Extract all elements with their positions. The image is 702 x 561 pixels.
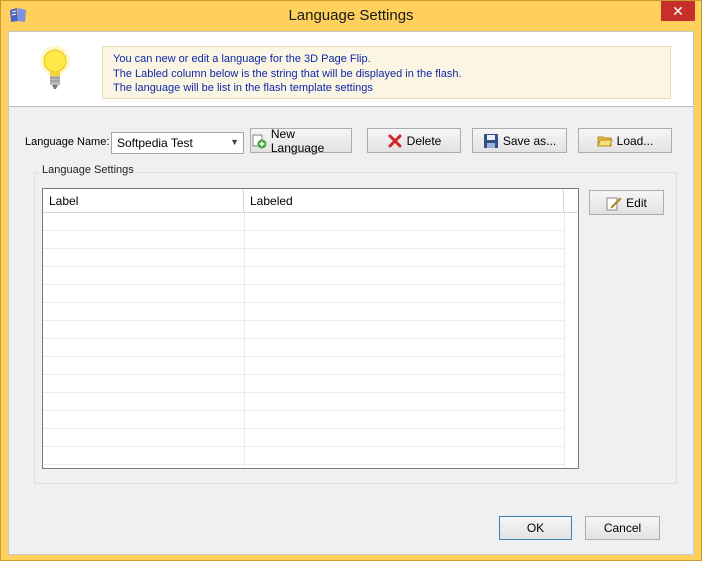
- info-header: You can new or edit a language for the 3…: [9, 32, 693, 107]
- info-message-box: You can new or edit a language for the 3…: [102, 46, 671, 99]
- table-row[interactable]: [43, 375, 564, 393]
- table-row[interactable]: [43, 321, 564, 339]
- language-name-label: Language Name:: [25, 136, 110, 148]
- new-language-button[interactable]: New Language: [250, 126, 352, 155]
- edit-label: Edit: [626, 195, 647, 210]
- table-row[interactable]: [43, 447, 564, 465]
- lightbulb-icon: [40, 46, 70, 89]
- group-title: Language Settings: [39, 164, 137, 176]
- delete-icon: [388, 134, 402, 147]
- close-icon: ✕: [672, 3, 684, 19]
- cancel-button[interactable]: Cancel: [585, 516, 660, 540]
- table-row[interactable]: [43, 357, 564, 375]
- column-header-filler: [564, 189, 578, 213]
- save-icon: [483, 133, 498, 148]
- folder-open-icon: [596, 136, 613, 146]
- table-row[interactable]: [43, 339, 564, 357]
- cancel-label: Cancel: [603, 521, 642, 535]
- dialog-window: Language Settings ✕ You can new or edit …: [0, 0, 702, 561]
- load-label: Load...: [616, 133, 654, 148]
- load-button[interactable]: Load...: [578, 128, 672, 153]
- table-row[interactable]: [43, 393, 564, 411]
- table-row[interactable]: [43, 213, 564, 231]
- column-header-label[interactable]: Label: [43, 189, 244, 213]
- table-row[interactable]: [43, 249, 564, 267]
- table-row[interactable]: [43, 411, 564, 429]
- close-button[interactable]: ✕: [661, 1, 695, 21]
- save-as-label: Save as...: [502, 133, 557, 148]
- chevron-down-icon[interactable]: ▼: [230, 137, 239, 147]
- table-row[interactable]: [43, 267, 564, 285]
- delete-label: Delete: [406, 133, 442, 148]
- info-line: The Labled column below is the string th…: [113, 67, 462, 80]
- language-grid[interactable]: Label Labeled: [42, 188, 579, 469]
- delete-button[interactable]: Delete: [367, 128, 461, 153]
- dialog-body: You can new or edit a language for the 3…: [8, 31, 694, 555]
- info-line: You can new or edit a language for the 3…: [113, 53, 371, 65]
- table-row[interactable]: [43, 429, 564, 447]
- info-line: The language will be list in the flash t…: [113, 82, 373, 94]
- table-row[interactable]: [43, 231, 564, 249]
- grid-header: Label Labeled: [43, 189, 578, 213]
- language-name-select[interactable]: Softpedia Test ▼: [111, 132, 244, 154]
- title-bar[interactable]: Language Settings ✕: [1, 1, 701, 31]
- edit-icon: [606, 197, 622, 210]
- window-title: Language Settings: [288, 7, 414, 24]
- save-as-button[interactable]: Save as...: [472, 128, 567, 153]
- ok-button[interactable]: OK: [499, 516, 572, 540]
- language-name-value: Softpedia Test: [117, 136, 193, 150]
- add-icon: [252, 134, 267, 148]
- table-row[interactable]: [43, 285, 564, 303]
- new-language-label: New Language: [270, 126, 325, 155]
- table-row[interactable]: [43, 303, 564, 321]
- ok-label: OK: [526, 521, 545, 535]
- column-header-labeled[interactable]: Labeled: [244, 189, 564, 213]
- grid-column-divider: [564, 213, 565, 468]
- edit-button[interactable]: Edit: [589, 190, 664, 215]
